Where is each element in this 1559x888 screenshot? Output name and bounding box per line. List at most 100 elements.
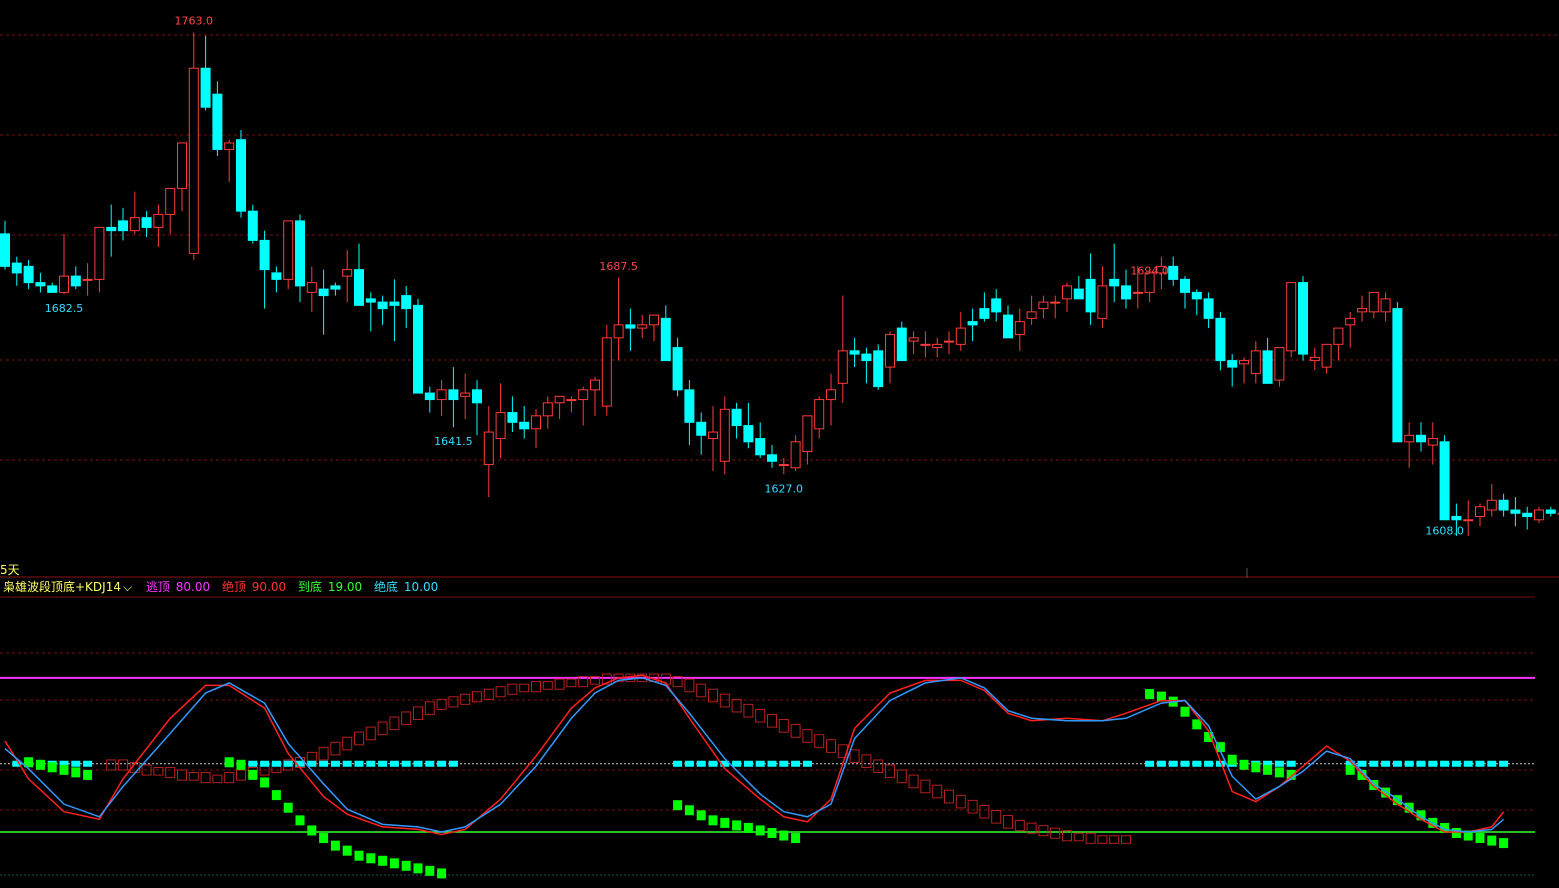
stair-block [778, 719, 789, 733]
level-abs-bottom-value: 10.00 [403, 580, 439, 594]
period-label[interactable]: 5天 [0, 561, 20, 578]
signal-bar [720, 817, 730, 828]
band-block [260, 760, 270, 767]
signal-bar [673, 800, 683, 811]
candle-up [944, 340, 954, 343]
stair-block [696, 683, 707, 698]
stair-block [188, 772, 199, 781]
candle-up [637, 324, 648, 329]
candle-up [932, 343, 943, 349]
signal-bar [271, 790, 281, 801]
candle-up [1274, 347, 1285, 381]
candle-down [354, 269, 364, 306]
stair-block [554, 678, 565, 690]
candle-down [424, 392, 435, 401]
stair-block [342, 736, 353, 751]
candle-up [885, 334, 895, 368]
candle-up [342, 269, 353, 277]
futures-chart[interactable]: 1763.0 1682.5 1687.5 1641.5 1627.0 1694.0 1608… [0, 0, 1559, 888]
candle-up [1333, 327, 1344, 345]
candle-down [767, 454, 777, 462]
level-bottom-label: 到底 [297, 580, 322, 594]
candle-up [1427, 438, 1438, 446]
candle-up [224, 142, 235, 150]
band-block [708, 760, 718, 767]
candle-up [283, 220, 294, 280]
candle-down [519, 421, 530, 430]
band-block [1357, 760, 1367, 767]
stair-block [460, 693, 471, 705]
chevron-down-icon[interactable]: ⌵ [123, 580, 132, 594]
stair-block [448, 696, 459, 708]
low-price-label: 1627.0 [765, 482, 804, 495]
stair-block [684, 678, 695, 693]
candle-up [94, 226, 105, 280]
candle-down [1203, 298, 1214, 319]
price-grid [0, 34, 1559, 578]
stair-block [318, 746, 329, 761]
band-block [732, 760, 742, 767]
signal-bar [708, 815, 718, 826]
signal-bar [779, 830, 789, 841]
band-block [413, 760, 423, 767]
candle-down [1262, 350, 1273, 384]
candle-down [247, 210, 258, 241]
high-price-label: 1763.0 [175, 14, 214, 27]
candle-up [1404, 434, 1415, 443]
level-top-label: 逃顶 [145, 580, 170, 594]
candle-up [531, 415, 541, 430]
signal-bar [1227, 754, 1237, 765]
candle-down [448, 389, 459, 401]
level-abs-top-value: 90.00 [251, 580, 287, 594]
band-block [1440, 760, 1450, 767]
stair-block [1085, 832, 1096, 844]
stair-block [1109, 835, 1120, 844]
candle-up [613, 324, 624, 339]
stair-block [212, 774, 223, 784]
signal-bar [413, 863, 423, 874]
signal-bar [425, 865, 435, 876]
stair-block [790, 724, 801, 738]
band-block [248, 760, 258, 767]
band-block [401, 760, 411, 767]
candle-up [837, 350, 848, 384]
band-block [684, 760, 694, 767]
stair-block [436, 698, 447, 710]
signal-bar [35, 759, 45, 770]
signal-bar [389, 858, 399, 869]
candle-up [1050, 301, 1061, 304]
candle-down [472, 389, 482, 404]
band-block [342, 760, 352, 767]
stair-block [1121, 835, 1131, 844]
signal-bar [366, 853, 376, 864]
candle-up [1014, 321, 1025, 336]
candle-up [649, 314, 659, 326]
candle-up [814, 399, 825, 430]
indicator-name[interactable]: 枭雄波段顶底+KDJ14 [3, 580, 121, 594]
candle-down [873, 350, 884, 388]
candle-down [236, 139, 246, 212]
band-block [271, 760, 281, 767]
stair-block [401, 711, 412, 726]
stair-block [330, 741, 341, 756]
stair-block [424, 701, 435, 715]
signal-bar [1451, 828, 1461, 838]
signal-bar [767, 828, 777, 838]
candle-down [271, 272, 282, 280]
candle-up [436, 389, 447, 401]
band-block [1416, 760, 1426, 767]
candle-down [365, 298, 376, 303]
band-block [755, 760, 765, 767]
high-price-label: 1694.0 [1130, 265, 1169, 278]
signal-bar [1263, 764, 1273, 775]
candle-up [1097, 285, 1108, 319]
candle-down [1439, 441, 1450, 521]
signal-bar [342, 845, 352, 856]
band-block [83, 760, 93, 767]
band-block [425, 760, 435, 767]
candle-up [177, 142, 187, 189]
signal-bar [1345, 764, 1355, 775]
stair-block [932, 784, 943, 799]
signal-bar [1251, 762, 1261, 773]
candle-down [318, 288, 329, 297]
